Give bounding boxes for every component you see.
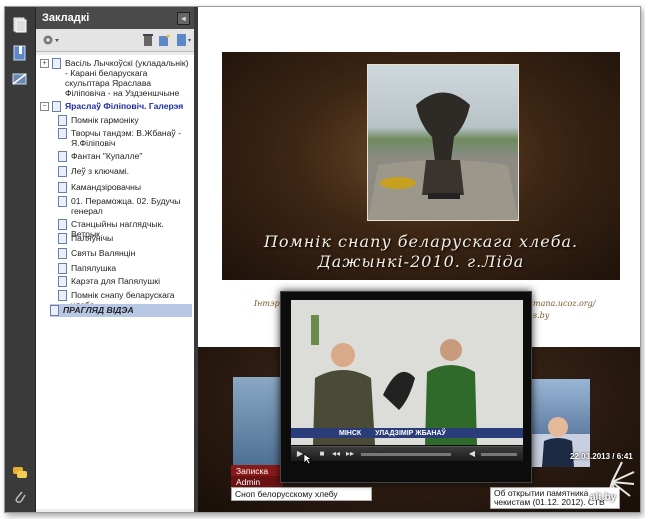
video-player[interactable]: МІНСК УЛАДЗІМІР ЖБАНАЎ ▶ ■ ◂◂ ▸▸ ◀ — [280, 291, 532, 483]
rewind-icon[interactable]: ◂◂ — [331, 449, 341, 459]
bookmark-label: Помнік гармоніку — [71, 115, 139, 125]
video-lower-third: МІНСК УЛАДЗІМІР ЖБАНАЎ — [291, 428, 523, 438]
bookmarks-toolbar — [36, 29, 194, 52]
navigation-toolbar — [5, 7, 36, 512]
bookmark-icon — [58, 151, 67, 162]
page-banner: Помнік снапу беларускага хлеба. Дажынкі-… — [222, 52, 620, 280]
bookmark-item[interactable]: Паляўнічы — [58, 233, 192, 244]
volume-slider[interactable] — [481, 453, 517, 456]
bookmark-icon — [58, 219, 67, 230]
lower-third-city: МІНСК — [339, 429, 362, 437]
bookmark-icon — [58, 182, 67, 193]
bookmark-item[interactable]: Помнік гармоніку — [58, 115, 192, 126]
volume-icon[interactable]: ◀ — [467, 449, 477, 459]
site-link-2[interactable]: s.by — [533, 311, 549, 320]
banner-subtitle: Дажынкі-2010. г.Ліда — [317, 252, 525, 271]
bookmarks-panel-header: Закладкі ◂ — [36, 7, 194, 29]
video-controls: ▶ ■ ◂◂ ▸▸ ◀ — [291, 446, 523, 461]
bookmarks-panel-title: Закладкі — [42, 12, 90, 24]
bookmark-icon — [58, 290, 67, 301]
bookmark-icon — [52, 58, 61, 69]
bookmark-icon — [58, 248, 67, 259]
bookmarks-panel: Закладкі ◂ + Васіль Лычкоўскі (укладальн… — [36, 7, 198, 512]
stop-icon[interactable]: ■ — [317, 449, 327, 459]
bookmark-icon — [58, 166, 67, 177]
bookmark-icon — [52, 101, 61, 112]
seek-bar[interactable] — [361, 453, 451, 456]
comments-icon[interactable] — [10, 463, 30, 483]
collapse-toggle[interactable]: − — [40, 102, 49, 111]
bookmarks-icon[interactable] — [10, 43, 30, 63]
bookmark-label: Папялушка — [71, 263, 117, 273]
bookmark-item[interactable]: Фантан "Купалле" — [58, 151, 192, 162]
bookmark-label: Паляўнічы — [71, 233, 114, 243]
bookmark-label: Леў з ключамі. — [71, 166, 130, 176]
options-gear-icon[interactable] — [42, 33, 59, 47]
bookmark-label: Карэта для Папялушкі — [71, 276, 160, 286]
lower-third-name: УЛАДЗІМІР ЖБАНАЎ — [375, 429, 446, 437]
mouse-cursor-icon — [303, 452, 313, 465]
watermark-time: 22.03.2013 / 6:41 — [570, 452, 633, 461]
page-text-fragment: Інтэр — [254, 299, 280, 308]
expand-bookmark-icon[interactable] — [176, 33, 191, 47]
signatures-icon[interactable] — [10, 69, 30, 89]
bookmark-label: Камандзіровачны — [71, 182, 142, 192]
bookmark-item-gallery[interactable]: − Яраслаў Філіповіч. Галерэя — [40, 101, 190, 112]
attachments-icon[interactable] — [10, 487, 30, 507]
page-thumbnails-icon[interactable] — [10, 15, 30, 35]
collapse-panel-button[interactable]: ◂ — [177, 12, 190, 25]
bookmark-icon — [58, 196, 67, 207]
new-bookmark-icon[interactable] — [158, 33, 172, 47]
bookmark-icon — [58, 128, 67, 139]
bookmark-icon — [58, 263, 67, 274]
bookmarks-tree: + Васіль Лычкоўскі (укладальнік) - Каран… — [36, 55, 194, 509]
sculpture-photo — [367, 64, 519, 221]
site-link[interactable]: mana.ucoz.org/ — [533, 299, 595, 308]
document-view: Помнік снапу беларускага хлеба. Дажынкі-… — [198, 7, 640, 512]
bookmark-label: Васіль Лычкоўскі (укладальнік) - Карані … — [65, 58, 189, 98]
bookmark-icon — [58, 276, 67, 287]
left-thumbnail[interactable] — [233, 377, 283, 467]
bookmark-label: 01. Пераможца. 02. Будучы генерал — [71, 196, 181, 216]
watermark-site: alt.by — [590, 492, 617, 503]
bookmark-label: Святы Валянцін — [71, 248, 136, 258]
bookmark-label: ПРАГЛЯД ВІДЭА — [63, 305, 134, 315]
bookmark-label: Яраслаў Філіповіч. Галерэя — [65, 101, 184, 111]
bookmark-item[interactable]: Леў з ключамі. — [58, 166, 192, 177]
bookmark-item-video[interactable]: ПРАГЛЯД ВІДЭА — [50, 304, 192, 317]
bookmark-item[interactable]: + Васіль Лычкоўскі (укладальнік) - Каран… — [40, 58, 190, 98]
bookmark-icon — [58, 115, 67, 126]
bookmark-icon — [58, 233, 67, 244]
expand-toggle[interactable]: + — [40, 59, 49, 68]
bookmark-item[interactable]: 01. Пераможца. 02. Будучы генерал — [58, 196, 192, 216]
forward-icon[interactable]: ▸▸ — [345, 449, 355, 459]
bookmark-label: Фантан "Купалле" — [71, 151, 143, 161]
bookmark-item[interactable]: Святы Валянцін — [58, 248, 192, 259]
bookmark-item[interactable]: Папялушка — [58, 263, 192, 274]
bookmark-item[interactable]: Камандзіровачны — [58, 182, 192, 193]
banner-title: Помнік снапу беларускага хлеба. — [263, 232, 579, 251]
pdf-viewer-window: Закладкі ◂ + Васіль Лычкоўскі (укладальн… — [4, 6, 641, 513]
bookmark-icon — [50, 305, 59, 316]
site-watermark: 22.03.2013 / 6:41 alt.by — [570, 452, 636, 512]
bookmark-label: Творчы тандэм: В.Жбанаў - Я.Філіповіч — [71, 128, 181, 148]
bookmark-item[interactable]: Творчы тандэм: В.Жбанаў - Я.Філіповіч — [58, 128, 192, 148]
delete-bookmark-icon[interactable] — [142, 33, 156, 47]
bookmark-item[interactable]: Карэта для Папялушкі — [58, 276, 192, 287]
video-frame: МІНСК УЛАДЗІМІР ЖБАНАЎ — [291, 300, 523, 445]
left-caption[interactable]: Сноп белорусскому хлебу — [231, 487, 372, 501]
